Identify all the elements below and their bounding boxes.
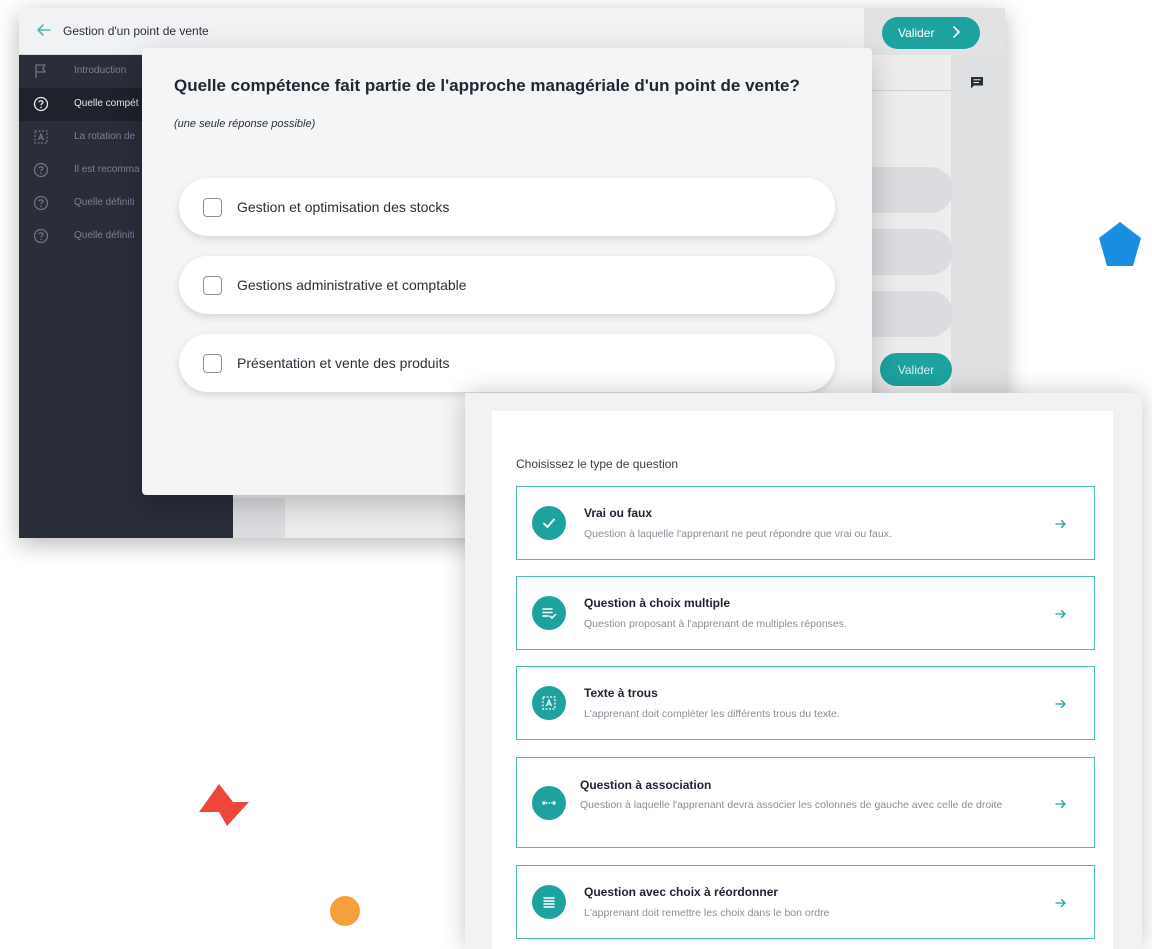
red-bolt-decoration [199, 784, 249, 826]
answer-option[interactable]: Gestion et optimisation des stocks [179, 178, 835, 236]
type-badge [532, 506, 566, 540]
arrow-right-icon [1055, 699, 1066, 709]
list-check-icon [542, 608, 557, 620]
arrow-right-icon [1055, 799, 1066, 809]
question-type-name: Vrai ou faux [584, 506, 653, 520]
back-arrow-icon[interactable] [35, 21, 53, 39]
arrow-right-icon [1055, 609, 1066, 619]
validate-top-label: Valider [898, 26, 935, 40]
question-type-description: L'apprenant doit compléter les différent… [584, 708, 840, 720]
answer-checkbox[interactable] [203, 276, 222, 295]
question-type-card: Choisissez le type de question Vrai ou f… [492, 411, 1113, 949]
chevron-right-icon [953, 26, 961, 38]
question-type-name: Question à association [580, 778, 712, 792]
link-dots-icon [542, 801, 556, 805]
quiz-hint: (une seule réponse possible) [174, 118, 316, 130]
question-type-association[interactable]: Question à association Question à laquel… [516, 757, 1095, 848]
reorder-lines-icon [543, 897, 555, 908]
question-icon [33, 96, 49, 112]
content-footer-strip [233, 498, 285, 538]
answer-label: Gestions administrative et comptable [237, 277, 467, 293]
app-title: Gestion d'un point de vente [63, 24, 209, 38]
question-type-description: L'apprenant doit remettre les choix dans… [584, 907, 830, 919]
type-badge [532, 885, 566, 919]
sidebar-item-label: Introduction [74, 65, 127, 76]
sidebar-item-label: Quelle définiti [74, 230, 135, 241]
question-type-reorder[interactable]: Question avec choix à réordonner L'appre… [516, 865, 1095, 939]
answer-label: Gestion et optimisation des stocks [237, 199, 450, 215]
flag-icon [35, 64, 46, 78]
question-type-name: Question à choix multiple [584, 596, 731, 610]
sidebar-item-label: Quelle compét [74, 98, 139, 109]
type-badge [532, 596, 566, 630]
answer-option[interactable]: Gestions administrative et comptable [179, 256, 835, 314]
comment-icon[interactable] [970, 76, 984, 89]
question-type-title: Choisissez le type de question [516, 457, 679, 471]
type-badge [532, 686, 566, 720]
check-icon [543, 518, 555, 528]
answer-option[interactable]: Présentation et vente des produits [179, 334, 835, 392]
question-type-multiple-choice[interactable]: Question à choix multiple Question propo… [516, 576, 1095, 650]
text-box-icon [34, 130, 48, 144]
arrow-right-icon [1055, 898, 1066, 908]
blue-pentagon-decoration [1099, 222, 1141, 266]
sidebar-item-label: La rotation de [74, 131, 136, 142]
question-type-panel: Choisissez le type de question Vrai ou f… [465, 393, 1142, 949]
sidebar-item-label: Quelle définiti [74, 197, 135, 208]
arrow-right-icon [1055, 519, 1066, 529]
answer-label: Présentation et vente des produits [237, 355, 450, 371]
question-type-description: Question à laquelle l'apprenant ne peut … [584, 528, 892, 540]
question-type-description: Question à laquelle l'apprenant devra as… [580, 799, 1003, 811]
question-type-description: Question proposant à l'apprenant de mult… [584, 618, 847, 630]
sidebar-item-label: Il est recomma [74, 164, 140, 175]
question-type-name: Texte à trous [584, 686, 658, 700]
question-icon [33, 162, 49, 178]
type-badge [532, 786, 566, 820]
question-icon [33, 195, 49, 211]
validate-top-button[interactable]: Valider [882, 17, 980, 49]
question-icon [33, 228, 49, 244]
question-type-fill-blanks[interactable]: Texte à trous L'apprenant doit compléter… [516, 666, 1095, 740]
text-box-icon [542, 696, 556, 710]
answer-checkbox[interactable] [203, 198, 222, 217]
quiz-question-text: Quelle compétence fait partie de l'appro… [174, 76, 800, 95]
question-type-name: Question avec choix à réordonner [584, 885, 779, 899]
answer-checkbox[interactable] [203, 354, 222, 373]
orange-circle-decoration [330, 896, 360, 926]
question-type-true-false[interactable]: Vrai ou faux Question à laquelle l'appre… [516, 486, 1095, 560]
validate-answer-button[interactable]: Valider [880, 353, 952, 386]
